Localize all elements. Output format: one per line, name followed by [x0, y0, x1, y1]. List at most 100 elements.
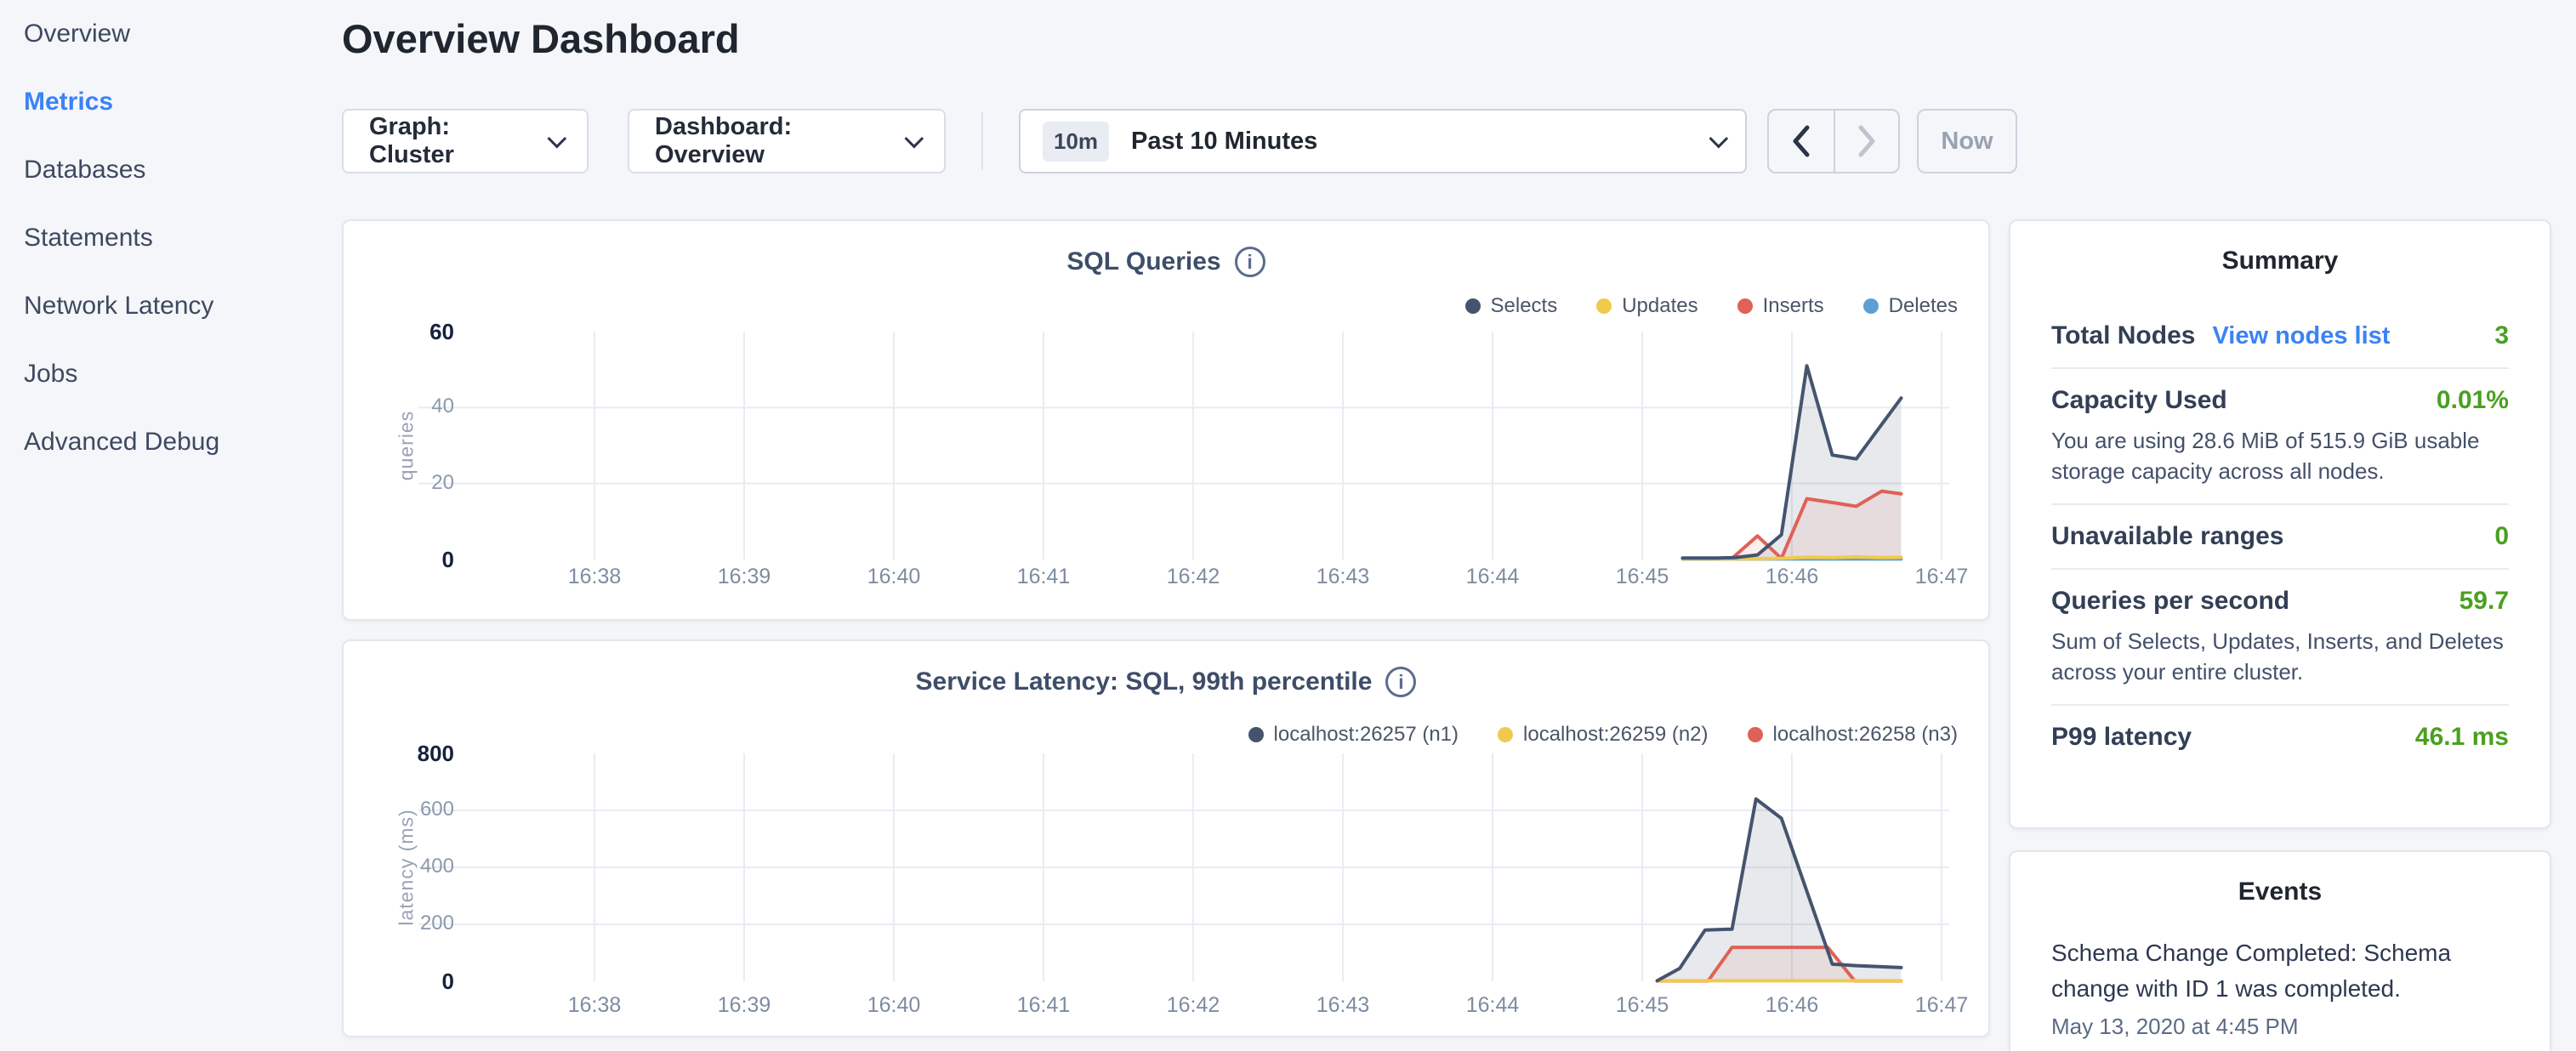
chart-title: Service Latency: SQL, 99th percentile: [916, 668, 1373, 696]
time-pager: [1767, 109, 1900, 173]
y-tick-label: 0: [359, 547, 454, 573]
sidebar-item-jobs[interactable]: Jobs: [0, 340, 342, 408]
graph-scope-dropdown[interactable]: Graph: Cluster: [342, 109, 589, 173]
x-tick-label: 16:44: [1442, 993, 1544, 1018]
sidebar: Overview Metrics Databases Statements Ne…: [0, 0, 342, 1051]
summary-title: Summary: [2051, 247, 2509, 276]
chart-legend: Selects Updates Inserts Deletes: [1465, 294, 1959, 318]
summary-row-value: 59.7: [2459, 587, 2509, 616]
sidebar-item-databases[interactable]: Databases: [0, 136, 342, 204]
x-tick-label: 16:47: [1891, 565, 1993, 589]
summary-row-queries-per-second: Queries per second 59.7 Sum of Selects, …: [2051, 568, 2509, 704]
summary-panel: Summary Total Nodes View nodes list 3 Ca…: [2009, 219, 2551, 829]
legend-item-n2[interactable]: localhost:26259 (n2): [1498, 723, 1708, 747]
legend-dot: [1737, 298, 1753, 314]
sidebar-item-label: Advanced Debug: [24, 428, 219, 457]
chevron-down-icon: [548, 129, 567, 149]
legend-label: localhost:26257 (n1): [1274, 723, 1459, 747]
x-tick-label: 16:41: [992, 565, 1095, 589]
sidebar-item-overview[interactable]: Overview: [0, 0, 342, 68]
sql-queries-chart-card: SQL Queries i Selects Updates Inserts De…: [342, 219, 1990, 621]
legend-label: localhost:26259 (n2): [1523, 723, 1708, 747]
sidebar-item-label: Jobs: [24, 360, 77, 389]
legend-label: localhost:26258 (n3): [1773, 723, 1958, 747]
legend-label: Deletes: [1889, 294, 1958, 318]
y-tick-label: 200: [359, 912, 454, 935]
summary-row-label: Unavailable ranges: [2051, 522, 2283, 551]
x-tick-label: 16:45: [1591, 565, 1693, 589]
legend-label: Updates: [1622, 294, 1697, 318]
legend-dot: [1498, 727, 1513, 742]
sidebar-item-network-latency[interactable]: Network Latency: [0, 272, 342, 340]
legend-item-selects[interactable]: Selects: [1465, 294, 1558, 318]
legend-item-deletes[interactable]: Deletes: [1863, 294, 1958, 318]
event-message: Schema Change Completed: Schema change w…: [2051, 935, 2509, 1007]
x-tick-label: 16:45: [1591, 993, 1693, 1018]
service-latency-chart-card: Service Latency: SQL, 99th percentile i …: [342, 639, 1990, 1037]
x-tick-label: 16:39: [693, 993, 795, 1018]
sidebar-item-label: Overview: [24, 20, 130, 48]
info-icon[interactable]: i: [1385, 667, 1416, 697]
event-list-item[interactable]: Schema Change Completed: Schema change w…: [2051, 935, 2509, 1040]
time-next-button[interactable]: [1834, 111, 1898, 172]
summary-row-label: Capacity Used: [2051, 386, 2227, 415]
x-tick-label: 16:46: [1741, 993, 1843, 1018]
summary-row-value: 46.1 ms: [2415, 723, 2509, 752]
sidebar-item-label: Metrics: [24, 88, 113, 116]
time-range-selector[interactable]: 10m Past 10 Minutes: [1019, 109, 1747, 173]
legend-item-n3[interactable]: localhost:26258 (n3): [1748, 723, 1958, 747]
now-button[interactable]: Now: [1917, 109, 2017, 173]
event-timestamp: May 13, 2020 at 4:45 PM: [2051, 1014, 2509, 1040]
y-tick-label: 600: [359, 798, 454, 821]
sidebar-item-metrics[interactable]: Metrics: [0, 68, 342, 136]
chart-plot-area: [344, 641, 1992, 1039]
chevron-down-icon: [1709, 129, 1729, 149]
chevron-left-icon: [1790, 124, 1812, 158]
now-button-label: Now: [1941, 128, 1993, 156]
time-range-label: Past 10 Minutes: [1131, 128, 1317, 156]
x-tick-label: 16:38: [543, 565, 645, 589]
y-tick-label: 40: [359, 395, 454, 418]
legend-item-updates[interactable]: Updates: [1596, 294, 1697, 318]
dashboard-dropdown[interactable]: Dashboard: Overview: [628, 109, 946, 173]
view-nodes-list-link[interactable]: View nodes list: [2212, 322, 2390, 350]
y-tick-label: 20: [359, 471, 454, 495]
summary-row-capacity-used: Capacity Used 0.01% You are using 28.6 M…: [2051, 367, 2509, 503]
legend-item-n1[interactable]: localhost:26257 (n1): [1248, 723, 1459, 747]
info-icon[interactable]: i: [1235, 247, 1265, 277]
chart-title: SQL Queries: [1066, 247, 1220, 276]
legend-label: Inserts: [1763, 294, 1824, 318]
events-panel: Events Schema Change Completed: Schema c…: [2009, 850, 2551, 1051]
y-tick-label: 60: [359, 319, 454, 345]
summary-row-value: 0: [2494, 522, 2509, 551]
summary-row-p99-latency: P99 latency 46.1 ms: [2051, 704, 2509, 769]
summary-row-value: 0.01%: [2437, 386, 2509, 415]
legend-dot: [1465, 298, 1481, 314]
summary-row-label: P99 latency: [2051, 723, 2192, 752]
sidebar-item-advanced-debug[interactable]: Advanced Debug: [0, 408, 342, 476]
x-tick-label: 16:47: [1891, 993, 1993, 1018]
legend-item-inserts[interactable]: Inserts: [1737, 294, 1824, 318]
x-tick-label: 16:43: [1292, 565, 1394, 589]
overview-dashboard-page: Overview Metrics Databases Statements Ne…: [0, 0, 2576, 1051]
legend-dot: [1748, 727, 1763, 742]
events-title: Events: [2051, 878, 2509, 906]
time-prev-button[interactable]: [1769, 111, 1834, 172]
summary-row-label: Queries per second: [2051, 587, 2289, 616]
toolbar-divider: [981, 112, 983, 170]
summary-row-value: 3: [2494, 321, 2509, 350]
sidebar-item-label: Databases: [24, 156, 145, 185]
x-tick-label: 16:46: [1741, 565, 1843, 589]
chevron-right-icon: [1856, 124, 1878, 158]
graph-scope-dropdown-label: Graph: Cluster: [369, 113, 529, 169]
sidebar-item-statements[interactable]: Statements: [0, 204, 342, 272]
chevron-down-icon: [905, 129, 924, 149]
time-range-badge: 10m: [1043, 122, 1109, 162]
summary-row-description: Sum of Selects, Updates, Inserts, and De…: [2051, 626, 2509, 687]
summary-row-total-nodes: Total Nodes View nodes list 3: [2051, 304, 2509, 367]
x-tick-label: 16:44: [1442, 565, 1544, 589]
summary-row-unavailable-ranges: Unavailable ranges 0: [2051, 503, 2509, 568]
x-tick-label: 16:42: [1142, 565, 1244, 589]
sidebar-item-label: Statements: [24, 224, 153, 253]
legend-label: Selects: [1491, 294, 1558, 318]
